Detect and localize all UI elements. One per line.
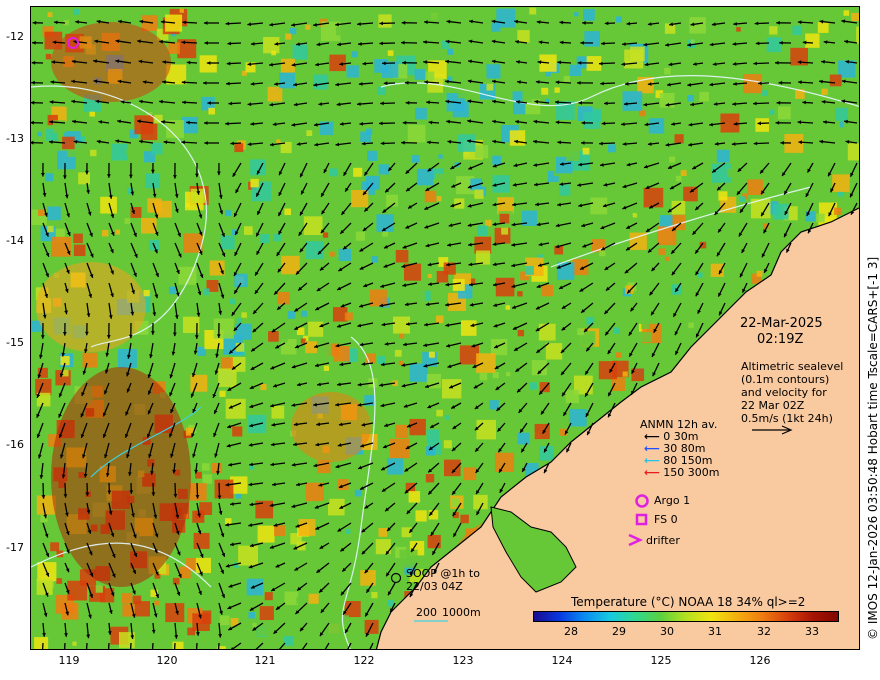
lat-label: -12 xyxy=(6,30,24,43)
lat-label: -16 xyxy=(6,438,24,451)
lat-label: -15 xyxy=(6,336,24,349)
anmn-legend-item: ⟵ 150 300m xyxy=(644,466,719,479)
anmn-legend-label: 150 300m xyxy=(663,466,720,479)
map-canvas xyxy=(31,7,859,649)
fs-legend-label: FS 0 xyxy=(654,513,678,526)
lon-label: 123 xyxy=(452,654,474,667)
lon-label: 126 xyxy=(749,654,771,667)
depth-legend-200: 200 xyxy=(416,606,437,619)
depth-contour-swatch xyxy=(414,620,448,622)
altimetry-line: (0.1m contours) xyxy=(741,373,830,386)
argo-circle-icon xyxy=(635,494,649,508)
colorbar-tick: 29 xyxy=(612,625,626,638)
altimetry-line: Altimetric sealevel xyxy=(741,360,844,373)
altimetry-note: Altimetric sealevel (0.1m contours) and … xyxy=(741,360,843,425)
lat-label: -14 xyxy=(6,234,24,247)
fs-square-icon xyxy=(635,513,648,526)
temperature-colorbar xyxy=(533,611,839,622)
lon-label: 124 xyxy=(551,654,573,667)
credit-text: © IMOS 12-Jan-2026 03:50:48 Hobart time … xyxy=(866,256,880,640)
drifter-chevron-icon xyxy=(628,533,643,547)
drifter-legend-label: drifter xyxy=(646,534,680,547)
colorbar-tick: 28 xyxy=(564,625,578,638)
colorbar-title: Temperature (°C) NOAA 18 34% ql>=2 xyxy=(571,595,806,609)
lat-label: -17 xyxy=(6,541,24,554)
soop-legend-line: 22/03 04Z xyxy=(406,580,463,593)
lon-label: 120 xyxy=(156,654,178,667)
lon-label: 125 xyxy=(650,654,672,667)
soop-legend-line: SOOP @1h to xyxy=(406,567,480,580)
soop-circle-icon xyxy=(390,572,402,584)
argo-legend-label: Argo 1 xyxy=(654,494,691,507)
altimetry-line: and velocity for xyxy=(741,386,827,399)
arrow-icon: ⟵ xyxy=(644,466,660,479)
time-label: 02:19Z xyxy=(757,332,804,347)
colorbar-tick: 31 xyxy=(708,625,722,638)
colorbar-tick: 33 xyxy=(805,625,819,638)
altimetry-line: 22 Mar 02Z xyxy=(741,399,805,412)
depth-legend-1000: 1000m xyxy=(442,606,481,619)
velocity-scale-arrow xyxy=(752,425,793,435)
lon-label: 121 xyxy=(254,654,276,667)
colorbar-tick: 32 xyxy=(757,625,771,638)
colorbar-tick: 30 xyxy=(660,625,674,638)
lat-label: -13 xyxy=(6,132,24,145)
map-panel xyxy=(30,6,860,650)
lon-label: 119 xyxy=(58,654,80,667)
date-label: 22-Mar-2025 xyxy=(740,316,823,331)
lon-label: 122 xyxy=(353,654,375,667)
